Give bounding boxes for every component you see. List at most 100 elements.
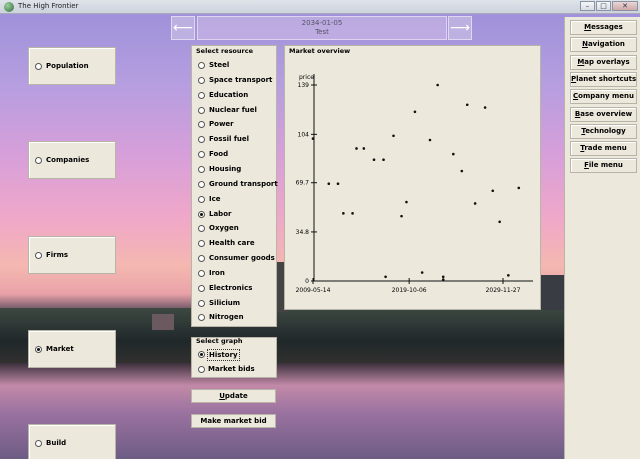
graph-option-market-bids[interactable]: Market bids — [198, 363, 268, 376]
resource-consumer-goods-radio[interactable] — [198, 255, 205, 263]
nav-companies-label: Companies — [46, 156, 90, 164]
nav-firms[interactable]: Firms — [28, 236, 116, 274]
resource-option-housing[interactable]: Housing — [198, 163, 278, 177]
current-date: 2034-01-05 — [301, 19, 343, 27]
resource-oxygen-label: Oxygen — [209, 224, 239, 233]
resource-nuclear-fuel-radio[interactable] — [198, 106, 205, 114]
resource-option-food[interactable]: Food — [198, 148, 278, 162]
resource-education-radio[interactable] — [198, 91, 205, 99]
resource-option-ice[interactable]: Ice — [198, 193, 278, 207]
resource-health-care-radio[interactable] — [198, 240, 205, 248]
menu-map-overlays-label: ap overlays — [584, 57, 630, 66]
minimize-icon[interactable]: – — [580, 1, 595, 11]
nav-firms-radio[interactable] — [35, 252, 42, 259]
resource-electronics-radio[interactable] — [198, 284, 205, 292]
resource-housing-label: Housing — [209, 164, 242, 173]
nav-build-radio[interactable] — [35, 440, 42, 447]
resource-option-electronics[interactable]: Electronics — [198, 282, 278, 296]
resource-panel: Select resource Steel Space transport Educ… — [191, 45, 278, 327]
resource-steel-radio[interactable] — [198, 62, 205, 69]
nav-population[interactable]: Population — [28, 47, 116, 85]
resource-option-consumer-goods[interactable]: Consumer goods — [198, 252, 278, 266]
data-point — [507, 274, 510, 277]
app-globe-icon — [4, 2, 14, 12]
data-point — [351, 212, 354, 215]
resource-option-power[interactable]: Power — [198, 118, 278, 132]
graph-market-bids-radio[interactable] — [198, 366, 205, 373]
menu-company-menu-button[interactable]: Company menu — [570, 89, 637, 105]
data-point — [460, 169, 464, 173]
data-point — [400, 214, 403, 218]
y-tick-label: 139 — [298, 82, 310, 89]
maximize-icon[interactable]: □ — [596, 1, 611, 11]
x-tick-label: 2009-05-14 — [296, 287, 331, 294]
resource-nitrogen-radio[interactable] — [198, 314, 205, 322]
menu-planet-shortcuts-button[interactable]: Planet shortcuts — [570, 71, 637, 87]
data-point — [441, 278, 445, 281]
resource-option-education[interactable]: Education — [198, 89, 278, 103]
resource-electronics-label: Electronics — [209, 283, 253, 292]
data-point — [498, 220, 501, 224]
right-menu-panel: Messages Navigation Map overlays Planet sho… — [564, 17, 640, 459]
resource-ground-transport-radio[interactable] — [198, 180, 205, 188]
resource-oxygen-radio[interactable] — [198, 225, 205, 233]
resource-option-oxygen[interactable]: Oxygen — [198, 222, 278, 236]
data-point — [392, 134, 395, 138]
next-arrow-button[interactable]: ⟶ — [448, 16, 472, 40]
graph-option-history[interactable]: History — [198, 348, 268, 361]
close-icon[interactable]: ✕ — [612, 1, 638, 11]
resource-labor-label: Labor — [209, 209, 232, 218]
resource-option-silicium[interactable]: Silicium — [198, 297, 278, 311]
resource-option-nuclear-fuel[interactable]: Nuclear fuel — [198, 104, 278, 118]
resource-ice-label: Ice — [209, 194, 221, 203]
resource-option-iron[interactable]: Iron — [198, 267, 278, 281]
resource-option-ground-transport[interactable]: Ground transport — [198, 178, 278, 192]
resource-option-health-care[interactable]: Health care — [198, 237, 278, 251]
resource-option-labor[interactable]: Labor — [198, 208, 278, 222]
resource-panel-title: Select resource — [196, 47, 253, 55]
nav-population-radio[interactable] — [35, 63, 42, 70]
resource-power-radio[interactable] — [198, 121, 205, 129]
graph-history-radio[interactable] — [198, 351, 205, 358]
resource-ice-radio[interactable] — [198, 195, 205, 203]
update-button[interactable]: Update — [191, 389, 276, 403]
make-market-bid-button[interactable]: Make market bid — [191, 414, 276, 428]
resource-option-space-transport[interactable]: Space transport — [198, 74, 278, 88]
nav-market[interactable]: Market — [28, 330, 116, 368]
date-display: 2034-01-05 Test — [197, 16, 447, 40]
resource-iron-radio[interactable] — [198, 269, 205, 277]
nav-build-label: Build — [46, 439, 67, 447]
data-point — [382, 158, 385, 162]
menu-messages-button[interactable]: Messages — [570, 20, 637, 35]
resource-steel-label: Steel — [209, 61, 230, 69]
previous-arrow-button[interactable]: ⟵ — [171, 16, 195, 40]
resource-space-transport-radio[interactable] — [198, 76, 205, 84]
nav-market-radio[interactable] — [35, 346, 42, 353]
resource-silicium-radio[interactable] — [198, 299, 205, 307]
nav-build[interactable]: Build — [28, 424, 116, 459]
nav-companies-radio[interactable] — [35, 157, 42, 164]
data-point — [491, 189, 495, 193]
menu-file-menu-button[interactable]: File menu — [570, 158, 637, 174]
nav-population-label: Population — [46, 62, 89, 70]
menu-map-overlays-button[interactable]: Map overlays — [570, 54, 637, 70]
resource-housing-radio[interactable] — [198, 165, 205, 173]
title-bar: The High Frontier – □ ✕ — [0, 0, 640, 14]
resource-option-nitrogen[interactable]: Nitrogen — [198, 311, 278, 325]
nav-companies[interactable]: Companies — [28, 141, 116, 179]
menu-technology-button[interactable]: Technology — [570, 123, 637, 139]
menu-base-overview-button[interactable]: Base overview — [570, 106, 637, 122]
resource-consumer-goods-label: Consumer goods — [209, 254, 275, 263]
resource-food-radio[interactable] — [198, 151, 205, 159]
data-point — [372, 158, 376, 162]
resource-labor-radio[interactable] — [198, 210, 205, 218]
data-point — [342, 212, 345, 215]
data-point — [362, 147, 366, 150]
resource-option-fossil-fuel[interactable]: Fossil fuel — [198, 133, 278, 147]
menu-navigation-button[interactable]: Navigation — [570, 37, 637, 53]
data-point — [327, 182, 331, 186]
data-point — [473, 202, 477, 205]
resource-fossil-fuel-radio[interactable] — [198, 136, 205, 144]
menu-trade-menu-button[interactable]: Trade menu — [570, 141, 637, 157]
resource-option-steel[interactable]: Steel — [198, 59, 278, 73]
